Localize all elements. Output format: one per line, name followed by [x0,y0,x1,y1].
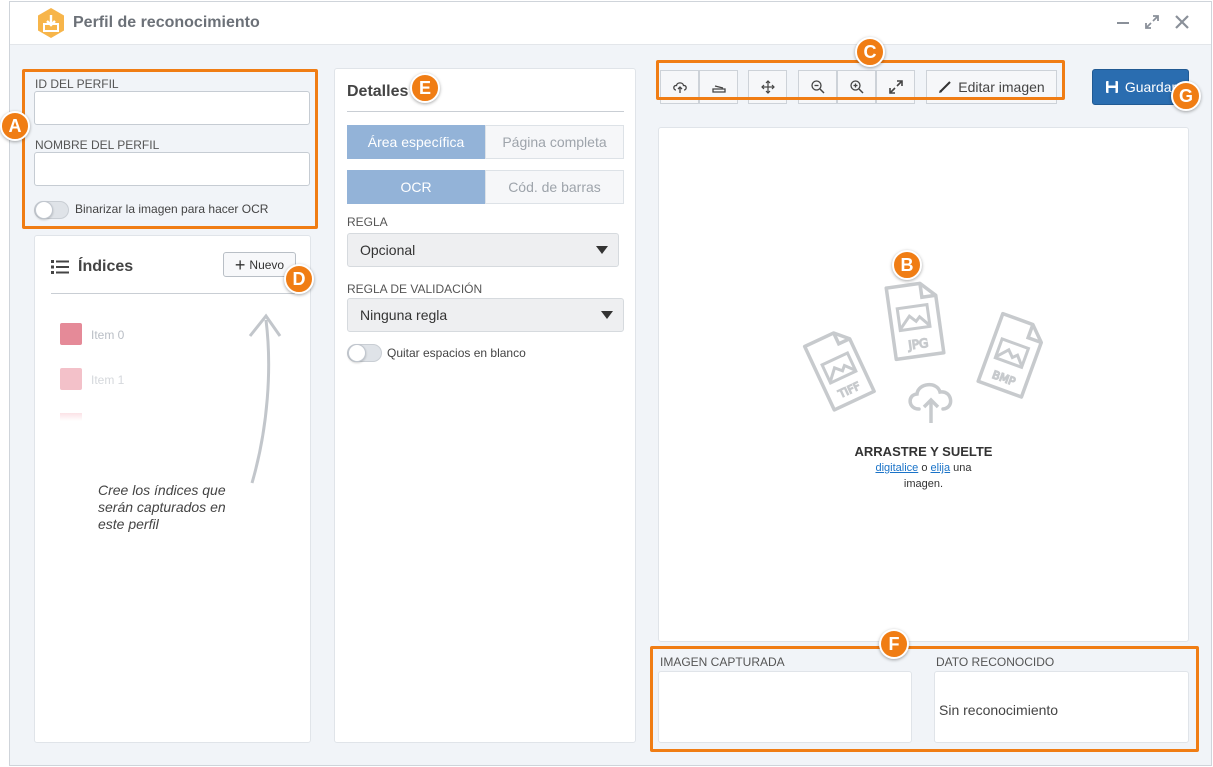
captured-image-box [658,671,912,743]
cloud-upload-icon [672,82,687,93]
zoom-in-icon [849,80,864,94]
cloud-upload-button[interactable] [660,70,699,104]
item-label: Item 0 [91,328,125,342]
strip-spaces-toggle[interactable] [347,344,382,362]
tiff-file-icon: TIFF [802,331,876,412]
scanner-icon [711,85,726,93]
arrow-hint-icon [248,313,282,484]
details-panel: Detalles Área específica Página completa… [334,68,636,743]
bmp-file-icon: BMP [976,311,1044,399]
edit-image-button[interactable]: Editar imagen [926,70,1057,104]
indices-title: Índices [78,258,134,275]
profile-name-label: NOMBRE DEL PERFIL [35,138,160,152]
rule-select[interactable]: Opcional [347,233,619,267]
validation-rule-label: REGLA DE VALIDACIÓN [347,282,483,296]
item-label: Item 1 [91,373,125,387]
floppy-disk-icon [1105,81,1118,93]
title-bar: Perfil de reconocimiento [10,2,1211,45]
pencil-icon [939,81,952,93]
scan-link[interactable]: digitalice [875,462,918,474]
move-button[interactable] [748,70,787,104]
profile-name-input[interactable] [34,152,310,186]
zoom-out-button[interactable] [798,70,837,104]
tab-ocr[interactable]: OCR [347,170,485,204]
item-color-swatch [60,368,82,390]
image-dropzone[interactable]: TIFF JPG BMP ARRASTRE Y SUELTE digitalic… [658,127,1189,642]
dropzone-instructions: digitalice o elija una [875,462,972,474]
indices-divider [51,293,295,294]
callout-marker-f: F [879,629,909,659]
chevron-down-icon [596,246,608,254]
choose-link[interactable]: elija [931,462,951,474]
save-label: Guardar [1124,79,1177,95]
tab-specific-area[interactable]: Área específica [347,125,485,159]
new-index-label: Nuevo [249,257,285,272]
tab-barcode[interactable]: Cód. de barras [485,170,624,204]
item-fade [60,413,82,421]
tab-full-page[interactable]: Página completa [485,125,624,159]
binarize-toggle[interactable] [34,201,69,219]
callout-marker-c: C [855,37,885,67]
recognized-data-value: Sin reconocimiento [939,702,1059,718]
dropzone-instructions-line2: imagen. [903,478,944,490]
edit-image-label: Editar imagen [958,79,1045,95]
list-icon [51,260,69,274]
strip-spaces-label: Quitar espacios en blanco [387,346,526,360]
download-tray-icon [38,8,64,38]
details-title: Detalles [347,83,409,100]
cloud-upload-icon [908,383,953,423]
fit-screen-button[interactable] [876,70,915,104]
fit-screen-icon [888,80,903,94]
details-divider [347,111,624,112]
validation-rule-select[interactable]: Ninguna regla [347,298,624,332]
indices-panel: Índices + Nuevo Item 0 Item 1 Cree los í… [34,235,311,743]
zoom-in-button[interactable] [837,70,876,104]
profile-id-input[interactable] [34,91,310,125]
callout-marker-b: B [892,250,922,280]
svg-text:JPG: JPG [906,336,929,353]
callout-marker-a: A [0,111,30,141]
captured-image-label: IMAGEN CAPTURADA [660,655,785,669]
chevron-down-icon [601,311,613,319]
jpg-file-icon: JPG [884,281,946,362]
minimize-icon[interactable] [1113,12,1133,32]
expand-icon[interactable] [1142,12,1162,32]
profile-id-label: ID DEL PERFIL [35,77,119,91]
item-color-swatch [60,323,82,345]
indices-hint: Cree los índices que serán capturados en… [98,482,226,532]
close-icon[interactable] [1172,12,1192,32]
move-icon [760,80,775,94]
rule-label: REGLA [347,215,388,229]
callout-marker-d: D [284,264,314,294]
window-title: Perfil de reconocimiento [73,14,260,31]
binarize-label: Binarizar la imagen para hacer OCR [75,202,269,216]
dropzone-title: ARRASTRE Y SUELTE [854,444,993,459]
recognition-profile-window: Perfil de reconocimiento ID DEL PERFIL N… [0,1,1212,766]
plus-icon: + [234,254,246,275]
scanner-button[interactable] [699,70,738,104]
callout-marker-g: G [1171,81,1201,111]
recognized-data-label: DATO RECONOCIDO [936,655,1055,669]
callout-marker-e: E [410,73,440,103]
zoom-out-icon [810,80,825,94]
recognized-data-box: Sin reconocimiento [934,671,1189,743]
